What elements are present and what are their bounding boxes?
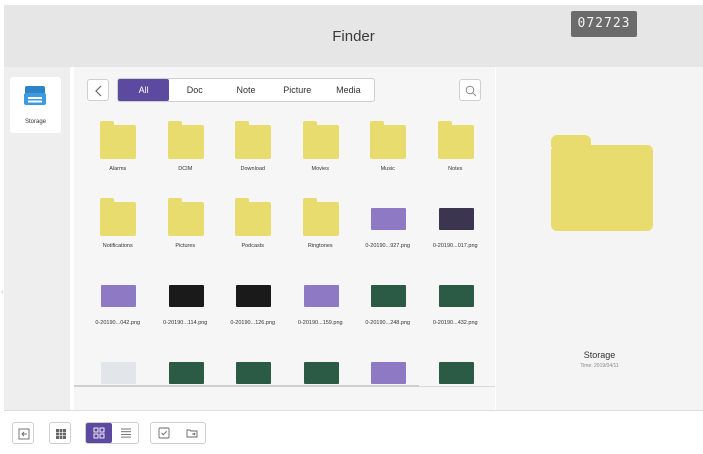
file-name: 0-20190...017.png	[432, 243, 478, 249]
search-button[interactable]	[459, 79, 481, 101]
image-thumbnail	[371, 208, 406, 230]
exit-button[interactable]	[12, 422, 34, 444]
move-folder-icon	[186, 429, 198, 438]
image-thumbnail	[236, 285, 271, 307]
tab-picture[interactable]: Picture	[272, 79, 323, 101]
folder-icon	[167, 198, 204, 236]
image-thumbnail	[303, 285, 339, 307]
folder-item[interactable]: DCIM	[152, 119, 220, 196]
preview-panel: Storage Time: 2019/04/11	[496, 67, 703, 410]
folder-icon	[100, 198, 136, 236]
tab-note[interactable]: Note	[220, 79, 271, 101]
file-name: 0-20190...126.png	[230, 320, 276, 326]
file-item[interactable]: 0-20190...927.png	[354, 196, 422, 273]
file-name: Notes	[448, 166, 463, 172]
file-item[interactable]: 0-20190...114.png	[152, 273, 220, 350]
list-view-icon	[121, 428, 131, 438]
file-name: 0-20190...114.png	[163, 320, 208, 326]
file-item[interactable]: 0-20190...126.png	[219, 273, 287, 350]
image-thumbnail	[438, 362, 474, 384]
image-thumbnail	[168, 285, 204, 307]
grid-view-icon	[93, 427, 105, 439]
file-item[interactable]: 0-20190...159.png	[287, 273, 355, 350]
file-name: Movies	[311, 166, 329, 172]
folder-icon	[302, 121, 339, 159]
image-thumbnail	[168, 362, 204, 384]
folder-item[interactable]: Notifications	[84, 196, 152, 273]
action-group	[150, 422, 206, 444]
file-item[interactable]: 0-20190...248.png	[354, 273, 422, 350]
folder-icon	[167, 121, 204, 159]
selection-time: Time: 2019/04/11	[580, 363, 619, 369]
folder-item[interactable]: Music	[354, 119, 422, 196]
image-thumbnail	[371, 362, 406, 384]
file-name: 0-20190...042.png	[95, 320, 141, 326]
tab-media[interactable]: Media	[323, 79, 374, 101]
chevron-left-icon	[95, 85, 102, 97]
folder-preview-icon	[551, 135, 653, 231]
folder-icon	[235, 198, 271, 236]
folder-icon	[370, 121, 406, 159]
sidebar: Storage	[4, 67, 70, 410]
storage-drive-icon	[24, 86, 46, 105]
apps-grid-icon	[56, 429, 66, 439]
move-button[interactable]	[179, 423, 206, 443]
file-name: Music	[380, 166, 395, 172]
file-name: Podcasts	[241, 243, 265, 249]
file-item[interactable]: 0-20190...432.png	[422, 273, 490, 350]
folder-item[interactable]: Alarms	[84, 119, 152, 196]
file-name: Notifications	[102, 243, 133, 249]
apps-button[interactable]	[49, 422, 71, 444]
image-thumbnail	[236, 362, 271, 384]
edge-left-indicator: ‹	[1, 287, 4, 296]
title-bar: Finder 072723	[4, 5, 703, 67]
back-button[interactable]	[87, 79, 109, 101]
list-view-button[interactable]	[113, 423, 139, 443]
tab-all[interactable]: All	[118, 79, 170, 101]
select-button[interactable]	[151, 423, 178, 443]
file-name: 0-20190...927.png	[365, 243, 411, 249]
image-thumbnail	[303, 362, 339, 384]
sidebar-item-label: Storage	[24, 119, 46, 125]
sidebar-item-storage[interactable]: Storage	[10, 77, 61, 133]
select-checkbox-icon	[158, 427, 170, 439]
folder-item[interactable]: Movies	[287, 119, 355, 196]
tab-doc[interactable]: Doc	[169, 79, 220, 101]
file-name: DCIM	[178, 166, 193, 172]
grid-view-button[interactable]	[86, 423, 112, 443]
file-name: Alarms	[109, 166, 127, 172]
folder-icon	[302, 198, 339, 236]
folder-item[interactable]: Podcasts	[219, 196, 287, 273]
code-badge: 072723	[571, 11, 637, 37]
folder-item[interactable]: Ringtones	[287, 196, 355, 273]
folder-item[interactable]: Pictures	[152, 196, 220, 273]
image-thumbnail	[371, 285, 406, 307]
search-icon	[465, 85, 477, 97]
selection-name: Storage	[583, 350, 616, 360]
exit-icon	[18, 428, 30, 440]
file-name: 0-20190...432.png	[432, 320, 478, 326]
file-name: Pictures	[175, 243, 196, 249]
folder-item[interactable]: Download	[219, 119, 287, 196]
file-item[interactable]: 0-20190...042.png	[84, 273, 152, 350]
scrollbar[interactable]	[74, 385, 419, 387]
filter-tabs: All Doc Note Picture Media	[117, 78, 375, 102]
file-browser: All Doc Note Picture Media Alarms DCIM Dow…	[74, 67, 495, 410]
file-name: 0-20190...159.png	[297, 320, 343, 326]
image-thumbnail	[438, 208, 474, 230]
bottom-toolbar	[4, 410, 703, 454]
folder-item[interactable]: Notes	[422, 119, 490, 196]
folder-icon	[235, 121, 271, 159]
file-name: 0-20190...248.png	[365, 320, 411, 326]
image-thumbnail	[101, 362, 136, 384]
image-thumbnail	[438, 285, 474, 307]
file-name: Download	[240, 166, 265, 172]
file-item[interactable]: 0-20190...017.png	[422, 196, 490, 273]
file-grid: Alarms DCIM Download Movies Music Notes Notifi…	[84, 119, 489, 427]
image-thumbnail	[101, 285, 136, 307]
view-toggle	[85, 422, 139, 444]
file-name: Ringtones	[307, 243, 333, 249]
folder-icon	[100, 121, 136, 159]
folder-icon	[437, 121, 474, 159]
